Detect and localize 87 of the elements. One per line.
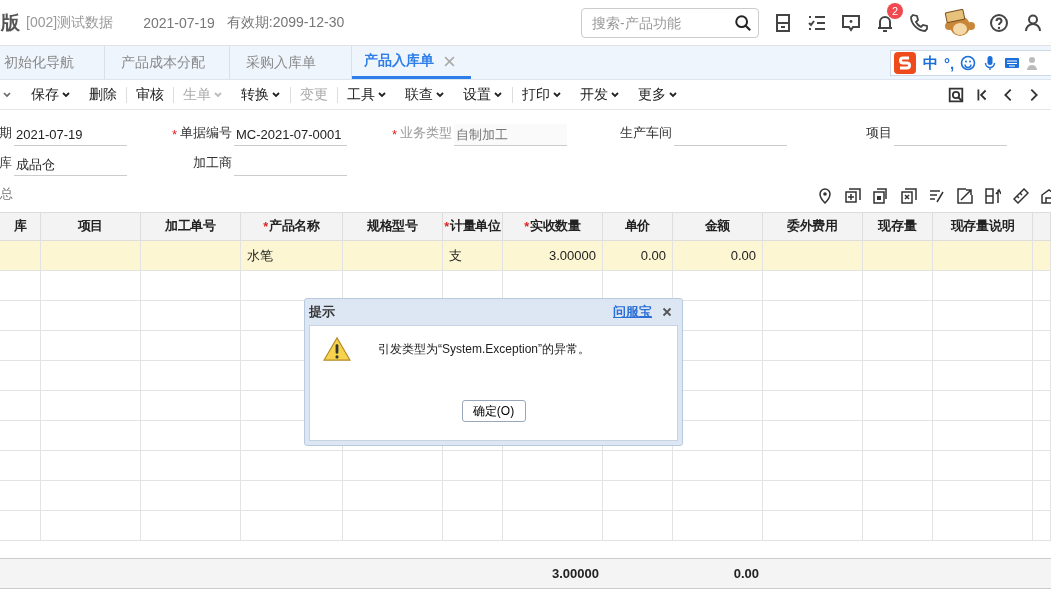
caret-icon[interactable] [668, 89, 678, 100]
copy-row-icon[interactable] [873, 188, 889, 204]
ruler-icon[interactable] [1013, 188, 1029, 204]
field-label: 生产车间 [620, 124, 672, 142]
search-icon[interactable] [734, 13, 752, 32]
dialog-title: 提示 [309, 303, 335, 321]
column-header[interactable]: 项目 [77, 218, 104, 235]
column-header[interactable]: 委外费用 [787, 218, 838, 235]
table-row[interactable]: 水笔 支 3.00000 0.00 0.00 [0, 241, 1051, 271]
caret-icon[interactable] [552, 89, 562, 100]
caret-icon[interactable] [271, 89, 281, 100]
search-field[interactable]: 搜索-产品功能 [581, 7, 759, 38]
field-label: 期 [0, 124, 12, 142]
close-icon[interactable] [662, 307, 672, 317]
delete-row-icon[interactable] [901, 188, 917, 204]
input-field[interactable]: 成品仓 [14, 154, 127, 176]
column-header[interactable]: 现存量 [878, 218, 917, 235]
validity-date: 有效期:2099-12-30 [226, 13, 345, 32]
toolbar-button[interactable]: 审核 [127, 82, 173, 107]
column-header[interactable]: 规格型号 [367, 218, 418, 235]
notification-badge: 2 [887, 2, 903, 19]
toolbar-button[interactable]: 打印 [513, 82, 571, 107]
required-mark: * [171, 127, 177, 144]
export-icon[interactable] [957, 188, 973, 204]
input-mode[interactable]: 中 [923, 53, 938, 73]
field-label: 库 [0, 154, 12, 172]
phone-icon[interactable] [909, 12, 929, 33]
section-label: 总 [0, 185, 13, 203]
field-label: 项目 [866, 124, 892, 142]
message-icon[interactable] [841, 12, 861, 33]
smiley-icon[interactable] [960, 55, 977, 71]
ok-button[interactable]: 确定(O) [461, 400, 526, 422]
column-header[interactable]: 现存量说明 [950, 218, 1015, 235]
field-label: 单据编号 [180, 124, 232, 142]
location-pin-icon[interactable] [817, 188, 833, 204]
help-icon[interactable] [989, 12, 1009, 33]
total-cell-text: 0.00 [732, 565, 760, 583]
required-mark: * [444, 219, 449, 234]
monkey-mascot-icon[interactable] [943, 8, 975, 37]
toolbar-button[interactable]: 联查 [396, 82, 454, 107]
layout-icon[interactable] [773, 12, 793, 33]
preview-icon[interactable] [947, 85, 965, 104]
toolbar-button[interactable]: 更多 [629, 82, 687, 107]
column-header[interactable]: 加工单号 [165, 218, 216, 235]
help-link[interactable]: 问服宝 [613, 303, 652, 321]
field-label: 业务类型 [400, 124, 452, 142]
caret-icon[interactable] [610, 89, 620, 100]
account-name: [002]测试数据 [26, 13, 114, 32]
punctuation-mode[interactable]: °, [944, 54, 955, 72]
table-cell: 0.00 [603, 241, 673, 270]
table-cell: 支 [443, 241, 503, 270]
input-field[interactable]: 2021-07-19 [14, 124, 127, 146]
total-cell-text: 3.00000 [551, 565, 600, 583]
toolbar-button[interactable]: 工具 [338, 82, 396, 107]
toolbar-button[interactable]: 保存 [22, 82, 80, 107]
login-date: 2021-07-19 [143, 14, 215, 31]
caret-icon[interactable] [377, 89, 387, 100]
column-header[interactable]: 单价 [624, 218, 651, 235]
error-message: 引发类型为“System.Exception”的异常。 [378, 340, 591, 358]
toolbar-button[interactable]: 设置 [454, 82, 512, 107]
column-header[interactable]: 库 [13, 218, 27, 235]
table-cell: 0.00 [673, 241, 763, 270]
user-icon[interactable] [1023, 12, 1043, 33]
column-header[interactable]: 计量单位 [449, 218, 501, 235]
page-tab[interactable]: 产品入库单 [352, 46, 471, 79]
caret-icon[interactable] [493, 89, 503, 100]
split-icon[interactable] [985, 188, 1001, 204]
toolbar-button[interactable]: 删除 [80, 82, 126, 107]
field-label: 加工商 [193, 154, 232, 172]
caret-icon[interactable] [61, 89, 71, 100]
required-mark: * [263, 219, 268, 234]
caret-icon[interactable] [435, 89, 445, 100]
required-mark: * [391, 127, 397, 144]
keyboard-icon[interactable] [1004, 55, 1021, 71]
table-cell: 3.00000 [503, 241, 603, 270]
product-edition: 版 [1, 10, 20, 35]
add-row-icon[interactable] [845, 188, 861, 204]
warning-icon [322, 336, 352, 362]
column-header[interactable]: 产品名称 [268, 218, 320, 235]
toolbar-button[interactable]: 转换 [232, 82, 290, 107]
toolbar-button[interactable]: 开发 [571, 82, 629, 107]
required-mark: * [524, 219, 529, 234]
edit-lines-icon[interactable] [929, 188, 945, 204]
table-cell: 水笔 [241, 241, 343, 270]
input-field[interactable]: MC-2021-07-0001 [234, 124, 347, 146]
column-header[interactable]: 金额 [704, 218, 731, 235]
column-header[interactable]: 实收数量 [529, 218, 581, 235]
